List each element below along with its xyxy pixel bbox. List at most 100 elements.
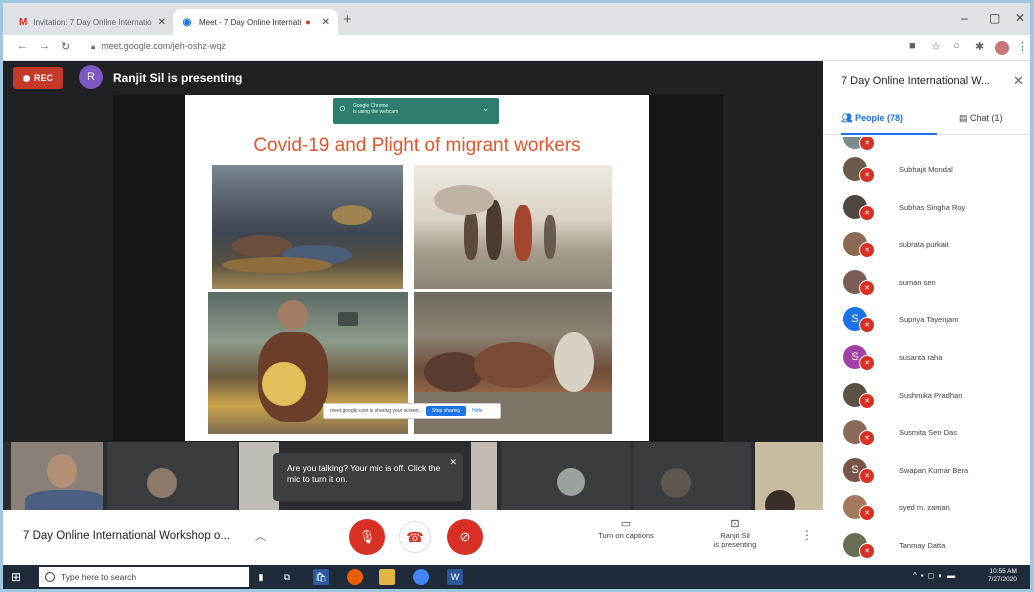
webcam-notice[interactable]: ⊙ Google Chrome is using the webcam ⌄ — [333, 98, 499, 124]
slide-photo-sleeping-workers — [212, 165, 403, 289]
profile-avatar[interactable] — [995, 41, 1009, 55]
list-item[interactable]: S ✕ Supriya Tayenjam — [843, 307, 1023, 334]
camera-icon[interactable]: ■ — [909, 40, 916, 52]
rec-label: REC — [33, 73, 53, 83]
hide-button[interactable]: Hide — [472, 408, 482, 414]
gmail-icon: M — [19, 16, 28, 28]
participant-list: ✕ ✕ Subhajit Mondal ✕ Subhas Singha Roy ✕ sub… — [823, 137, 1030, 565]
microphone-icon[interactable]: ▮ — [253, 569, 269, 585]
search-icon — [45, 572, 55, 582]
chrome-icon[interactable] — [413, 569, 429, 585]
word-icon[interactable]: W — [447, 569, 463, 585]
presenter-text: Ranjit Sil is presenting — [113, 71, 243, 85]
more-options-icon[interactable]: ⋮ — [801, 528, 813, 542]
tab-chat[interactable]: ▤ Chat (1) — [959, 113, 1003, 124]
side-panel: 7 Day Online International W... ✕ 👥︎ Peo… — [823, 61, 1030, 565]
clock[interactable]: 10:55 AM 7/27/2020 — [988, 568, 1017, 584]
minimize-icon[interactable]: – — [961, 11, 968, 25]
presenting-label-2: is presenting — [713, 540, 757, 549]
close-icon[interactable]: ✕ — [449, 457, 457, 468]
search-placeholder: Type here to search — [61, 572, 137, 582]
url-field[interactable]: 🔒︎ meet.google.com/jeh-oshz-wqz — [91, 41, 226, 52]
meeting-title[interactable]: 7 Day Online International Workshop o... — [23, 530, 230, 542]
mic-off-icon: 🎙︎ — [358, 529, 376, 544]
extension-icon[interactable]: ○ — [953, 40, 960, 52]
participant-avatar — [147, 468, 177, 498]
meet-icon: ◉ — [182, 16, 192, 28]
list-item[interactable]: ✕ suman sen — [843, 269, 1023, 296]
list-item[interactable]: ✕ Sushmika Pradhan — [843, 382, 1023, 409]
list-item[interactable]: S ✕ Swapan Kumar Bera — [843, 457, 1023, 484]
forward-icon[interactable]: → — [39, 40, 50, 52]
list-item[interactable]: ✕ Subhajit Mondal — [843, 157, 1023, 183]
firefox-icon[interactable] — [347, 569, 363, 585]
chevron-up-icon[interactable]: ︿ — [255, 528, 266, 544]
clock-date: 7/27/2020 — [988, 576, 1017, 583]
puzzle-icon[interactable]: ✱ — [975, 40, 984, 53]
participant-name: Tanmay Datta — [899, 541, 946, 550]
tab-invitation[interactable]: M Invitation: 7 Day Online Internatio ✕ — [11, 9, 173, 35]
list-item[interactable]: ✕ Susmita Sen Das — [843, 420, 1023, 447]
participant-name: syed m. zaman — [899, 503, 950, 513]
star-icon[interactable]: ☆ — [931, 40, 941, 53]
close-icon[interactable]: ✕ — [1013, 73, 1024, 89]
tooltip-text: Are you talking? Your mic is off. Click … — [287, 463, 441, 484]
leave-call-button[interactable]: ☎︎ — [399, 521, 431, 553]
participant-tile[interactable] — [633, 442, 751, 510]
tab-meet[interactable]: ◉ Meet - 7 Day Online Internati ● ✕ — [173, 9, 338, 35]
file-explorer-icon[interactable] — [379, 569, 395, 585]
close-window-icon[interactable]: ✕ — [1015, 11, 1025, 25]
back-icon[interactable]: ← — [17, 40, 28, 52]
panel-title: 7 Day Online International W... — [841, 75, 991, 87]
participant-video — [47, 454, 77, 488]
close-tab-icon[interactable]: ✕ — [316, 17, 330, 28]
tab-chat-label: Chat (1) — [970, 113, 1003, 123]
participant-video — [765, 490, 795, 510]
list-item[interactable]: S ✕ susanta raha — [843, 345, 1023, 371]
menu-icon[interactable]: ⋮ — [1017, 40, 1028, 53]
url-text: meet.google.com/jeh-oshz-wqz — [101, 41, 226, 51]
camera-off-button[interactable]: ⊘ — [447, 519, 483, 555]
chevron-down-icon[interactable]: ⌄ — [482, 105, 489, 113]
participant-name: suman sen — [899, 277, 936, 287]
close-tab-icon[interactable]: ✕ — [152, 17, 166, 28]
captions-button[interactable]: ▭ Turn on captions — [589, 518, 663, 541]
captions-label: Turn on captions — [598, 531, 654, 540]
stop-sharing-button[interactable]: Stop sharing — [426, 406, 467, 416]
participant-name: Swapan Kumar Bera — [899, 465, 969, 475]
taskbar-search-input[interactable]: Type here to search — [39, 567, 249, 587]
system-tray-icons[interactable]: ^▪◻︎︎◐▬ — [913, 571, 959, 580]
notice-line-2: is using the webcam — [353, 109, 399, 115]
task-view-icon[interactable]: ⧉ — [279, 569, 295, 585]
store-icon[interactable]: 🛍︎ — [313, 569, 329, 585]
list-item[interactable]: ✕ subrata purkait — [843, 232, 1023, 259]
screen-share-bar: meet.google.com is sharing your screen. … — [323, 403, 501, 419]
windows-start-icon[interactable]: ⊞ — [11, 570, 21, 584]
panel-tabs: 👥︎ People (78) ▤ Chat (1) — [823, 107, 1030, 135]
reload-icon[interactable]: ↻ — [61, 40, 70, 53]
new-tab-icon[interactable]: + — [343, 11, 352, 28]
presentation-slide: ⊙ Google Chrome is using the webcam ⌄ Co… — [185, 95, 649, 441]
tab-people[interactable]: 👥︎ People (78) — [841, 113, 937, 135]
participant-tile[interactable] — [107, 442, 237, 510]
participant-name: Supriya Tayenjam — [899, 315, 959, 325]
mic-off-button[interactable]: 🎙︎ — [349, 519, 385, 555]
participant-tile[interactable] — [501, 442, 631, 510]
record-dot-icon — [22, 74, 30, 82]
list-item[interactable]: ✕ — [843, 137, 1023, 151]
captions-icon: ▭ — [620, 518, 632, 530]
participant-tile[interactable] — [471, 442, 497, 510]
mic-muted-icon: ✕ — [859, 204, 875, 221]
list-item[interactable]: ✕ syed m. zaman — [843, 495, 1023, 522]
presenting-button[interactable]: ⊡ Ranjit Sil is presenting — [703, 519, 767, 550]
address-bar: ← → ↻ 🔒︎ meet.google.com/jeh-oshz-wqz ■ ☆… — [3, 35, 1030, 61]
participant-name: Susmita Sen Das — [899, 428, 957, 438]
tab-bar: M Invitation: 7 Day Online Internatio ✕ … — [3, 3, 1030, 35]
meeting-control-bar: 7 Day Online International Workshop o...… — [3, 510, 823, 565]
list-item[interactable]: ✕ Tanmay Datta — [843, 533, 1023, 559]
list-item[interactable]: ✕ Subhas Singha Roy — [843, 194, 1023, 221]
participant-tile[interactable] — [755, 442, 823, 510]
maximize-icon[interactable]: ▢ — [989, 11, 1000, 25]
participant-tile[interactable] — [11, 442, 103, 510]
mic-muted-icon: ✕ — [859, 505, 875, 522]
